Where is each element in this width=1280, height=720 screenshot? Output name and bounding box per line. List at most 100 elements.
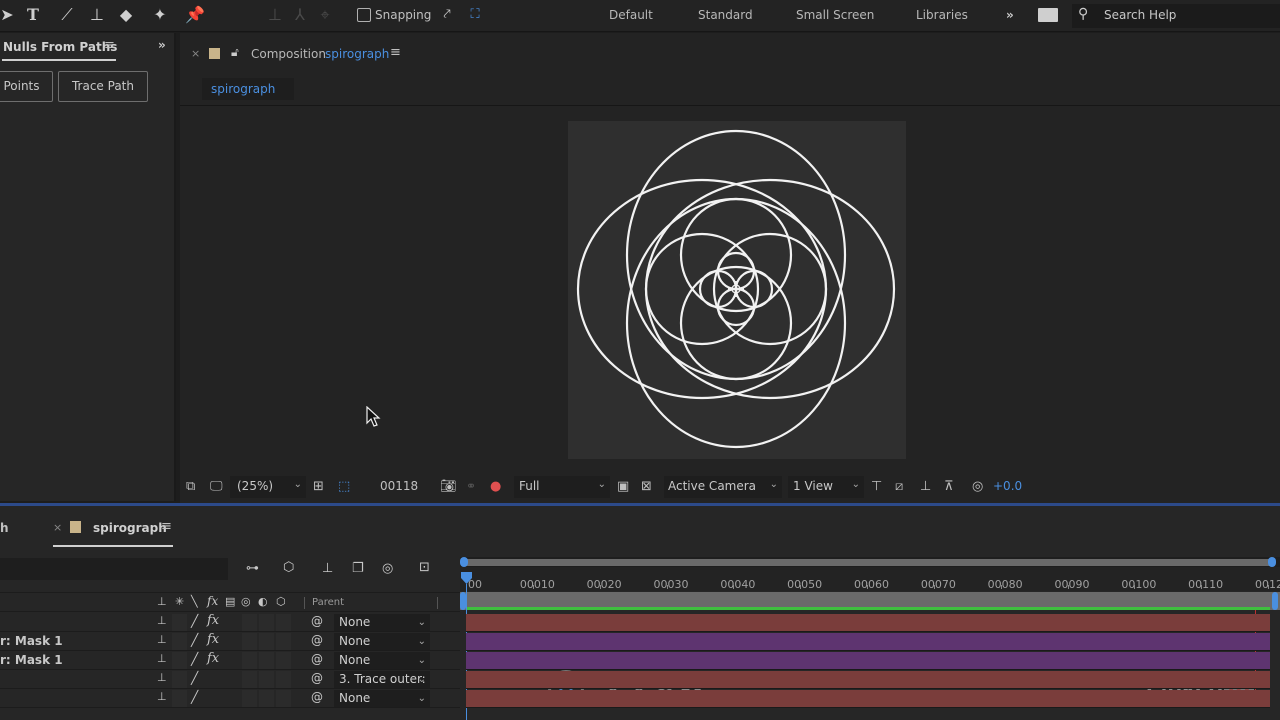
3d-layer-switch[interactable]: [276, 614, 291, 631]
work-area-bar[interactable]: [466, 559, 1274, 566]
work-area-end-handle[interactable]: [1268, 557, 1276, 567]
quality-switch-icon[interactable]: ╱: [191, 671, 198, 685]
layer-row[interactable]: ⊥ ╱ @ None ⌄: [0, 689, 460, 708]
motion-blur-switch[interactable]: [259, 690, 274, 707]
timeline-tab-spirograph[interactable]: spirograph: [93, 521, 167, 535]
type-icon[interactable]: T: [22, 4, 44, 26]
channel-color-icon[interactable]: ●: [490, 479, 501, 494]
clone-stamp-icon[interactable]: ⊥: [86, 4, 108, 26]
search-help-field[interactable]: ⚲ Search Help: [1072, 4, 1280, 28]
motion-blur-column-icon[interactable]: ◎: [241, 595, 251, 608]
frame-blend-switch[interactable]: [242, 671, 257, 688]
workspace-settings-icon[interactable]: [1038, 8, 1058, 22]
parent-dropdown[interactable]: 3. Trace outer: ⌄: [334, 671, 430, 688]
toggle-grid-icon[interactable]: ⊠: [641, 479, 652, 494]
frame-blending-icon[interactable]: ❐: [352, 561, 364, 576]
select-icon[interactable]: ➤: [0, 4, 18, 26]
trace-path-button[interactable]: Trace Path: [58, 71, 148, 102]
local-axis-icon[interactable]: ⊥: [264, 4, 286, 26]
snapping-checkbox[interactable]: [357, 8, 371, 22]
quality-column-icon[interactable]: ╲: [191, 595, 198, 608]
exposure-value[interactable]: +0.0: [993, 479, 1022, 493]
layer-duration-bar[interactable]: [466, 690, 1270, 708]
3d-layer-switch[interactable]: [276, 690, 291, 707]
frame-blend-switch[interactable]: [242, 633, 257, 650]
layer-duration-bar[interactable]: [466, 633, 1270, 651]
pick-whip-icon[interactable]: @: [311, 671, 323, 685]
comp-tab-name[interactable]: spirograph: [325, 47, 389, 61]
eraser-icon[interactable]: ◆: [115, 4, 137, 26]
parent-dropdown[interactable]: None ⌄: [334, 614, 430, 631]
frame-blend-switch[interactable]: [242, 690, 257, 707]
workspace-default[interactable]: Default: [609, 8, 653, 22]
panel-expand-icon[interactable]: »: [158, 38, 166, 52]
shy-switch-icon[interactable]: ⊥: [157, 671, 167, 684]
panel-menu-icon[interactable]: ≡: [161, 519, 172, 534]
effects-switch-icon[interactable]: fx: [207, 632, 219, 647]
layer-name[interactable]: r: Mask 1: [0, 634, 63, 648]
panel-menu-icon[interactable]: ≡: [104, 38, 115, 53]
pick-whip-icon[interactable]: @: [311, 633, 323, 647]
motion-blur-switch[interactable]: [259, 614, 274, 631]
transparency-grid-icon[interactable]: ⬚: [338, 479, 350, 494]
time-ruler[interactable]: 00 00010 00020 00030 00040 00050 00060 00070 000…: [460, 567, 1280, 591]
motion-blur-icon[interactable]: ◎: [382, 561, 393, 576]
timeline-tab-partial[interactable]: h: [0, 521, 9, 535]
shy-column-icon[interactable]: ⊥: [157, 595, 167, 608]
flowchart-icon[interactable]: ⊼: [944, 479, 954, 494]
resolution-dropdown[interactable]: Full ⌄: [514, 476, 610, 498]
view-layout-dropdown[interactable]: 1 View ⌄: [788, 476, 864, 498]
region-of-interest-icon[interactable]: ⊞: [313, 479, 324, 494]
points-button[interactable]: Points: [0, 71, 53, 102]
layer-search-input[interactable]: [0, 558, 228, 580]
work-area-start-handle[interactable]: [460, 557, 468, 567]
comp-mini-flowchart-icon[interactable]: ⊶: [246, 561, 259, 576]
brush-icon[interactable]: ⟋: [56, 4, 78, 26]
snap-edges-icon[interactable]: ⤤: [436, 4, 458, 26]
view-axis-icon[interactable]: ⌖: [314, 4, 336, 26]
3d-layer-switch[interactable]: [276, 671, 291, 688]
playhead-handle[interactable]: [461, 572, 472, 584]
always-preview-icon[interactable]: ⧉: [186, 479, 195, 494]
panel-tab-nulls-from-paths[interactable]: Nulls From Paths: [3, 40, 117, 54]
frame-blend-switch[interactable]: [242, 652, 257, 669]
layer-duration-bar[interactable]: [466, 652, 1270, 670]
world-axis-icon[interactable]: ⅄: [289, 4, 311, 26]
workspace-libraries[interactable]: Libraries: [916, 8, 968, 22]
fast-previews-icon[interactable]: ▣: [617, 479, 629, 494]
collapse-switch[interactable]: [172, 652, 187, 669]
shy-switch-icon[interactable]: ⊥: [157, 690, 167, 703]
comp-breadcrumb[interactable]: spirograph: [202, 78, 294, 100]
reset-exposure-icon[interactable]: ◎: [972, 479, 983, 494]
parent-dropdown[interactable]: None ⌄: [334, 690, 430, 707]
quality-switch-icon[interactable]: ╱: [191, 690, 198, 704]
camera-dropdown[interactable]: Active Camera ⌄: [664, 476, 782, 498]
layer-row[interactable]: r: Mask 1 ⊥ ╱ fx @ None ⌄: [0, 632, 460, 651]
show-snapshot-icon[interactable]: ⚭: [466, 479, 476, 493]
parent-dropdown[interactable]: None ⌄: [334, 652, 430, 669]
frame-blend-switch[interactable]: [242, 614, 257, 631]
snap-features-icon[interactable]: ⛶: [464, 4, 486, 26]
roto-brush-icon[interactable]: ✦: [149, 4, 171, 26]
effects-column-icon[interactable]: fx: [207, 594, 218, 608]
collapse-switch[interactable]: [172, 671, 187, 688]
motion-blur-switch[interactable]: [259, 633, 274, 650]
shy-switch-icon[interactable]: ⊥: [157, 633, 167, 646]
frame-blend-column-icon[interactable]: ▤: [225, 595, 235, 608]
quality-switch-icon[interactable]: ╱: [191, 652, 198, 666]
pick-whip-icon[interactable]: @: [311, 652, 323, 666]
effects-switch-icon[interactable]: fx: [207, 651, 219, 666]
draft-3d-icon[interactable]: ⬡: [283, 560, 294, 575]
workspaces-more-icon[interactable]: »: [1006, 8, 1014, 22]
motion-blur-switch[interactable]: [259, 671, 274, 688]
close-tab-icon[interactable]: ×: [191, 47, 200, 60]
graph-editor-icon[interactable]: ⊡: [419, 560, 430, 575]
layer-row[interactable]: ⊥ ╱ fx @ None ⌄: [0, 613, 460, 632]
collapse-switch[interactable]: [172, 633, 187, 650]
pick-whip-icon[interactable]: @: [311, 614, 323, 628]
collapse-switch[interactable]: [172, 614, 187, 631]
layer-row[interactable]: r: Mask 1 ⊥ ╱ fx @ None ⌄: [0, 651, 460, 670]
zoom-dropdown[interactable]: (25%) ⌄: [230, 476, 306, 498]
effects-switch-icon[interactable]: fx: [207, 613, 219, 628]
lock-icon[interactable]: 🔓︎: [231, 45, 239, 60]
